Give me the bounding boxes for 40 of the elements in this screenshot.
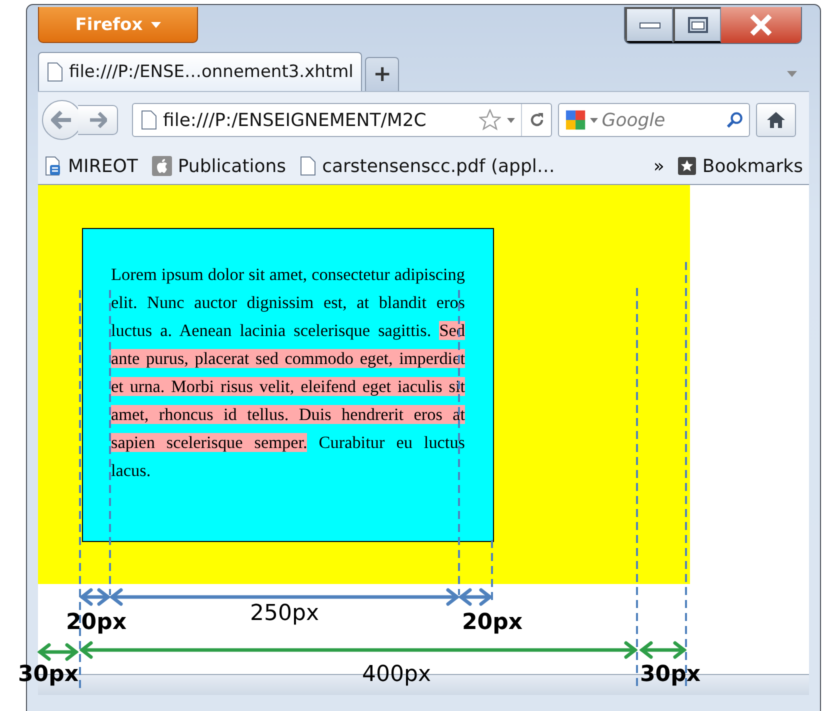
caret-icon[interactable] [590, 118, 598, 122]
minimize-icon [638, 21, 660, 29]
forward-arrow-icon [88, 112, 106, 128]
home-button[interactable] [756, 103, 796, 137]
google-logo-icon [565, 109, 586, 131]
reload-icon [528, 112, 544, 128]
dashed-guide-line [491, 540, 493, 600]
browser-tab[interactable]: file:///P:/ENSE…onnement3.xhtml [38, 52, 362, 91]
bookmark-item[interactable]: MIREOT [40, 156, 142, 176]
search-input[interactable]: Google [602, 110, 722, 130]
dimension-label: 20px [462, 610, 523, 636]
star-icon[interactable] [479, 109, 501, 131]
search-icon[interactable] [726, 111, 743, 129]
search-field[interactable]: Google [558, 103, 750, 137]
back-arrow-icon [51, 110, 73, 130]
minimize-button[interactable] [625, 7, 673, 43]
dimension-label: 20px [66, 610, 127, 636]
home-icon [766, 111, 786, 129]
maximize-icon [686, 16, 708, 34]
bookmark-item[interactable]: carstensenscc.pdf (appl… [296, 156, 559, 176]
feed-icon [44, 156, 62, 176]
caret-icon [150, 22, 161, 28]
dimension-label: 30px [640, 662, 701, 688]
dimension-label: 250px [250, 601, 319, 627]
more-bookmarks-button[interactable]: » [649, 156, 668, 176]
bookmarks-menu-button[interactable]: Bookmarks [674, 156, 807, 176]
apple-icon [152, 156, 172, 176]
dimension-label: 400px [362, 662, 431, 688]
tab-list-caret-icon[interactable] [787, 71, 797, 77]
page-icon [141, 110, 157, 130]
address-bar[interactable]: file:///P:/ENSEIGNEMENT/M2C [132, 103, 552, 137]
forward-button[interactable] [78, 105, 118, 135]
bookmark-item[interactable]: Publications [148, 156, 290, 176]
close-button[interactable] [721, 7, 801, 43]
page-icon [300, 156, 316, 176]
caret-icon[interactable] [507, 118, 515, 122]
maximize-button[interactable] [673, 7, 721, 43]
close-icon [748, 14, 774, 36]
new-tab-button[interactable]: + [365, 57, 400, 91]
page-icon [47, 62, 63, 82]
